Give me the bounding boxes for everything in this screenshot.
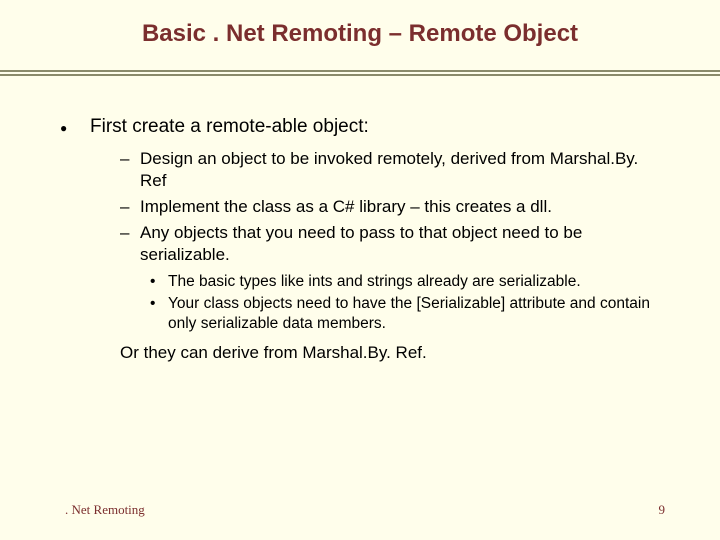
l1-text: First create a remote-able object:	[90, 115, 660, 140]
or-line: Or they can derive from Marshal.By. Ref.	[120, 343, 660, 363]
content-area: ● First create a remote-able object: – D…	[60, 115, 660, 363]
l3-text: The basic types like ints and strings al…	[168, 272, 660, 292]
small-dot-icon: •	[150, 294, 168, 334]
dash-icon: –	[120, 222, 140, 266]
sub-list-1: – Design an object to be invoked remotel…	[120, 148, 660, 266]
dash-icon: –	[120, 148, 140, 192]
small-dot-icon: •	[150, 272, 168, 292]
sub-list-2: • The basic types like ints and strings …	[150, 272, 660, 334]
dash-icon: –	[120, 196, 140, 218]
disc-icon: ●	[60, 115, 90, 140]
bullet-level3: • Your class objects need to have the [S…	[150, 294, 660, 334]
bullet-level1: ● First create a remote-able object:	[60, 115, 660, 140]
bullet-level2: – Any objects that you need to pass to t…	[120, 222, 660, 266]
l3-text: Your class objects need to have the [Ser…	[168, 294, 660, 334]
l2-text: Implement the class as a C# library – th…	[140, 196, 660, 218]
footer-left: . Net Remoting	[65, 502, 145, 518]
slide-title: Basic . Net Remoting – Remote Object	[0, 20, 720, 48]
title-divider	[0, 70, 720, 76]
page-number: 9	[659, 502, 666, 518]
slide: Basic . Net Remoting – Remote Object ● F…	[0, 0, 720, 540]
l2-text: Any objects that you need to pass to tha…	[140, 222, 660, 266]
bullet-level2: – Design an object to be invoked remotel…	[120, 148, 660, 192]
bullet-level2: – Implement the class as a C# library – …	[120, 196, 660, 218]
l2-text: Design an object to be invoked remotely,…	[140, 148, 660, 192]
bullet-level3: • The basic types like ints and strings …	[150, 272, 660, 292]
